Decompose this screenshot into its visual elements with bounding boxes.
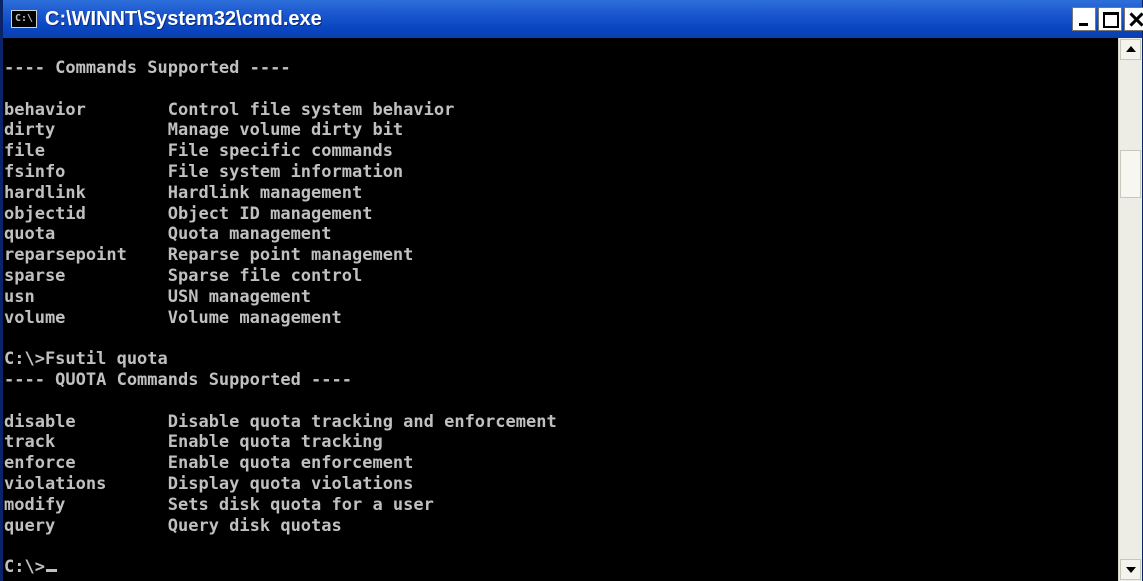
- console-output[interactable]: ---- Commands Supported ---- behavior Con…: [3, 38, 1119, 581]
- console-prompt: C:\>: [4, 557, 45, 578]
- console-line: quota Quota management: [4, 224, 332, 245]
- console-line: modify Sets disk quota for a user: [4, 494, 434, 515]
- console-line: behavior Control file system behavior: [4, 99, 455, 120]
- console-line: disable Disable quota tracking and enfor…: [4, 411, 557, 432]
- console-line: sparse Sparse file control: [4, 265, 363, 286]
- console-line: query Query disk quotas: [4, 515, 342, 536]
- console-line: dirty Manage volume dirty bit: [4, 120, 404, 141]
- scroll-thumb[interactable]: [1120, 150, 1141, 198]
- console-line: track Enable quota tracking: [4, 432, 383, 453]
- console-line: ---- QUOTA Commands Supported ----: [4, 369, 352, 390]
- text-cursor: [45, 569, 57, 573]
- console-prompt-line[interactable]: C:\>: [4, 557, 557, 578]
- console-line: fsinfo File system information: [4, 161, 404, 182]
- close-icon[interactable]: [1124, 7, 1143, 31]
- vertical-scrollbar[interactable]: [1118, 38, 1142, 581]
- console-line: C:\>Fsutil quota: [4, 349, 168, 370]
- window-controls: [1072, 7, 1143, 31]
- console-line: violations Display quota violations: [4, 473, 414, 494]
- minimize-icon[interactable]: [1072, 7, 1096, 31]
- console-text: ---- Commands Supported ---- behavior Con…: [4, 58, 557, 578]
- console-line: ---- Commands Supported ----: [4, 58, 291, 78]
- console-line: objectid Object ID management: [4, 203, 373, 224]
- title-bar[interactable]: C:\ C:\WINNT\System32\cmd.exe: [3, 0, 1143, 38]
- console-line: reparsepoint Reparse point management: [4, 245, 414, 266]
- maximize-icon[interactable]: [1098, 7, 1122, 31]
- console-app-icon[interactable]: C:\: [11, 10, 37, 28]
- console-line: volume Volume management: [4, 307, 342, 328]
- console-line: enforce Enable quota enforcement: [4, 453, 414, 474]
- console-line: hardlink Hardlink management: [4, 182, 363, 203]
- scroll-down-arrow-icon[interactable]: [1120, 559, 1141, 580]
- console-line: file File specific commands: [4, 141, 393, 162]
- console-window: C:\ C:\WINNT\System32\cmd.exe ---- Comma…: [0, 0, 1143, 581]
- window-title: C:\WINNT\System32\cmd.exe: [45, 7, 322, 30]
- scroll-up-arrow-icon[interactable]: [1120, 39, 1141, 60]
- console-line: usn USN management: [4, 286, 312, 307]
